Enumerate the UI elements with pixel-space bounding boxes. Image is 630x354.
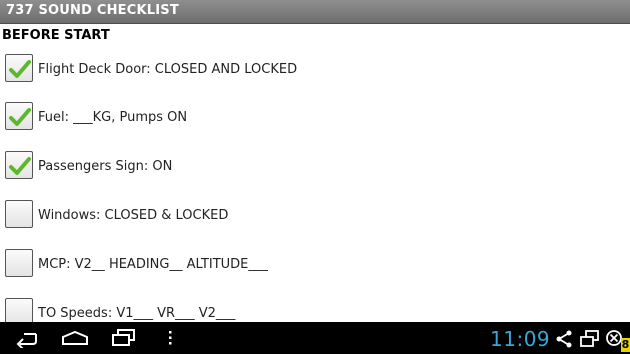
system-navigation-bar: 11:09 — [0, 322, 630, 354]
menu-icon — [169, 331, 172, 345]
checkbox[interactable] — [5, 102, 33, 130]
back-button[interactable] — [6, 322, 46, 354]
app-screen: 737 SOUND CHECKLIST BEFORE START Flight … — [0, 0, 630, 354]
checklist-item[interactable]: Flight Deck Door: CLOSED AND LOCKED — [0, 50, 630, 98]
checklist: Flight Deck Door: CLOSED AND LOCKED Fuel… — [0, 50, 630, 322]
recent-apps-button[interactable] — [102, 322, 142, 354]
checkmark-icon — [9, 157, 31, 175]
checkmark-icon — [9, 60, 31, 78]
checkbox[interactable] — [5, 249, 33, 277]
checklist-item-label: TO Speeds: V1___ VR___ V2___ — [38, 306, 236, 321]
screens-icon — [580, 330, 599, 347]
share-button[interactable] — [553, 322, 577, 354]
menu-button[interactable] — [152, 322, 192, 354]
checkbox[interactable] — [5, 54, 33, 82]
checkbox[interactable] — [5, 298, 33, 322]
checkbox[interactable] — [5, 200, 33, 228]
checklist-item-label: Flight Deck Door: CLOSED AND LOCKED — [38, 62, 298, 77]
recent-apps-icon — [112, 329, 135, 346]
checklist-item-label: MCP: V2__ HEADING__ ALTITUDE___ — [38, 257, 268, 272]
checkbox[interactable] — [5, 151, 33, 179]
title-bar: 737 SOUND CHECKLIST — [0, 0, 630, 24]
checklist-item[interactable]: Fuel: ___KG, Pumps ON — [0, 98, 630, 146]
section-title: BEFORE START — [2, 28, 110, 43]
notification-badge: 8 — [621, 338, 630, 352]
home-button[interactable] — [52, 322, 92, 354]
checklist-item-label: Fuel: ___KG, Pumps ON — [38, 110, 188, 125]
back-icon — [16, 333, 37, 348]
screens-button[interactable] — [578, 322, 602, 354]
checklist-item[interactable]: MCP: V2__ HEADING__ ALTITUDE___ — [0, 245, 630, 293]
checklist-item[interactable]: TO Speeds: V1___ VR___ V2___ — [0, 294, 630, 322]
status-clock: 11:09 — [490, 327, 551, 351]
checklist-item[interactable]: Passengers Sign: ON — [0, 147, 630, 195]
home-icon — [62, 330, 88, 345]
share-icon — [556, 330, 572, 348]
checklist-item[interactable]: Windows: CLOSED & LOCKED — [0, 196, 630, 244]
checklist-item-label: Windows: CLOSED & LOCKED — [38, 208, 229, 223]
app-title: 737 SOUND CHECKLIST — [6, 3, 179, 18]
checklist-item-label: Passengers Sign: ON — [38, 159, 173, 174]
checkmark-icon — [9, 108, 31, 126]
